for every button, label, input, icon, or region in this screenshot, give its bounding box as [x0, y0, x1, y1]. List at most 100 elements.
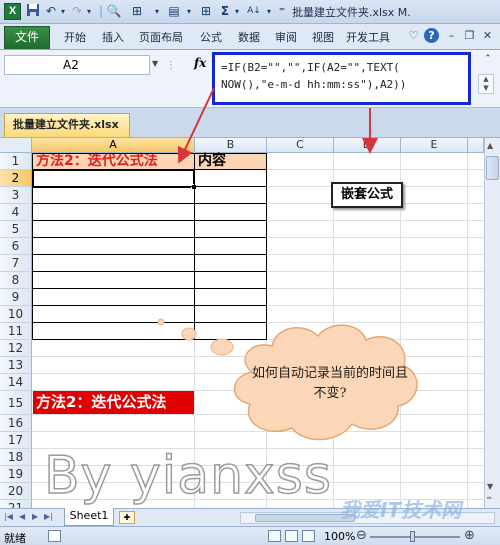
column-header-f[interactable]: [468, 138, 484, 153]
window-title: 批量建立文件夹.xlsx M.: [292, 6, 411, 19]
autosum-icon[interactable]: Σ: [218, 3, 232, 20]
row-header[interactable]: 8: [0, 272, 32, 289]
name-box[interactable]: A2: [4, 55, 150, 75]
row-header[interactable]: 3: [0, 187, 32, 204]
zoom-out-icon[interactable]: ⊖: [356, 528, 367, 543]
row-header[interactable]: 20: [0, 483, 32, 500]
cell-a15[interactable]: 方法2：迭代公式法: [33, 391, 195, 414]
table-border-column: [194, 153, 195, 340]
normal-view-icon[interactable]: [268, 530, 281, 542]
tab-formulas[interactable]: 公式: [200, 29, 222, 45]
table-border-row: [32, 288, 267, 289]
column-header-d[interactable]: D: [334, 138, 401, 153]
row-header[interactable]: 17: [0, 432, 32, 449]
customize-qa-icon[interactable]: ⁼: [276, 3, 288, 20]
tab-file[interactable]: 文件: [4, 26, 50, 49]
window-close-icon[interactable]: ✕: [480, 28, 495, 43]
row-header[interactable]: 16: [0, 415, 32, 432]
macro-record-icon[interactable]: [48, 530, 61, 542]
insert-function-icon[interactable]: fx: [194, 56, 206, 70]
formula-bar-grip-icon[interactable]: ⋮: [166, 60, 176, 71]
table-border-row: [32, 237, 267, 238]
tab-data[interactable]: 数据: [238, 29, 260, 45]
window-restore-icon[interactable]: ❐: [462, 28, 477, 43]
row-header[interactable]: 10: [0, 306, 32, 323]
column-header-b[interactable]: B: [195, 138, 267, 153]
gridline-column: [467, 153, 468, 508]
row-header[interactable]: 1: [0, 153, 32, 170]
row-header[interactable]: 9: [0, 289, 32, 306]
row-header[interactable]: 7: [0, 255, 32, 272]
table-border-row: [32, 322, 267, 323]
table-border-column: [32, 153, 33, 340]
tab-view[interactable]: 视图: [312, 29, 334, 45]
next-sheet-icon[interactable]: ▶: [32, 512, 38, 521]
row-header[interactable]: 4: [0, 204, 32, 221]
split-box-icon[interactable]: ═: [487, 494, 491, 502]
page-break-view-icon[interactable]: [302, 530, 315, 542]
formula-scroll-icon[interactable]: ▲ ▼: [478, 74, 494, 94]
column-header-e[interactable]: E: [401, 138, 468, 153]
row-header[interactable]: 5: [0, 221, 32, 238]
expand-formula-bar-icon[interactable]: ⌃: [484, 54, 492, 64]
status-bar: 就绪 100% ⊖ ⊕: [0, 526, 500, 545]
row-header[interactable]: 19: [0, 466, 32, 483]
minimize-ribbon-icon[interactable]: ♡: [406, 28, 421, 43]
redo-dropdown-icon[interactable]: ▾: [84, 3, 94, 20]
row-header[interactable]: 18: [0, 449, 32, 466]
chart-dropdown-icon[interactable]: ▾: [184, 3, 194, 20]
cell-a1[interactable]: 方法2：迭代公式法: [33, 153, 194, 170]
scroll-down-icon[interactable]: ▼: [487, 482, 493, 491]
undo-icon[interactable]: ↶: [44, 3, 58, 20]
row-header[interactable]: 21: [0, 500, 32, 508]
print-preview-icon[interactable]: 🔍: [106, 3, 122, 20]
column-header-a[interactable]: A: [32, 138, 195, 153]
name-box-dropdown-icon[interactable]: ▼: [152, 59, 158, 68]
scroll-up-icon[interactable]: ▲: [487, 141, 493, 150]
tab-page-layout[interactable]: 页面布局: [139, 29, 183, 45]
first-sheet-icon[interactable]: |◀: [4, 512, 13, 521]
window-minimize-icon[interactable]: –: [444, 28, 459, 43]
sort-icon[interactable]: A↓: [246, 3, 262, 20]
tab-developer[interactable]: 开发工具: [346, 29, 390, 45]
select-all-corner[interactable]: [0, 138, 32, 153]
zoom-in-icon[interactable]: ⊕: [464, 528, 475, 543]
zoom-level[interactable]: 100%: [324, 530, 355, 543]
gridline-row: [32, 356, 484, 357]
save-icon[interactable]: [25, 3, 41, 20]
insert-sheet-icon[interactable]: ✚: [119, 511, 135, 524]
chart-icon[interactable]: ▤: [166, 3, 182, 20]
row-header[interactable]: 6: [0, 238, 32, 255]
autosum-dropdown-icon[interactable]: ▾: [232, 3, 242, 20]
format-dropdown-icon[interactable]: ▾: [152, 3, 162, 20]
workbook-tab[interactable]: 批量建立文件夹.xlsx: [4, 113, 130, 137]
cell-b1[interactable]: 内容: [195, 153, 266, 170]
vertical-scroll-thumb[interactable]: [486, 156, 499, 180]
row-header[interactable]: 2: [0, 170, 32, 187]
redo-icon[interactable]: ↷: [70, 3, 84, 20]
page-layout-view-icon[interactable]: [285, 530, 298, 542]
tab-review[interactable]: 审阅: [275, 29, 297, 45]
tab-home[interactable]: 开始: [64, 29, 86, 45]
row-header[interactable]: 12: [0, 340, 32, 357]
row-header[interactable]: 14: [0, 374, 32, 391]
column-header-c[interactable]: C: [267, 138, 334, 153]
sheet-tab-sheet1[interactable]: Sheet1: [64, 508, 114, 526]
tab-insert[interactable]: 插入: [102, 29, 124, 45]
formula-input[interactable]: =IF(B2="","",IF(A2="",TEXT( NOW(),"e-m-d…: [212, 52, 471, 105]
prev-sheet-icon[interactable]: ◀: [19, 512, 25, 521]
last-sheet-icon[interactable]: ▶|: [44, 512, 53, 521]
zoom-slider[interactable]: [370, 536, 460, 538]
vertical-scrollbar[interactable]: ▲ ▼ ═: [484, 138, 500, 508]
format-painter-icon[interactable]: ⊞: [126, 3, 148, 20]
sort-dropdown-icon[interactable]: ▾: [264, 3, 274, 20]
row-header[interactable]: 13: [0, 357, 32, 374]
help-icon[interactable]: ?: [424, 28, 439, 43]
status-ready: 就绪: [4, 532, 26, 545]
borders-icon[interactable]: ⊞: [198, 3, 214, 20]
row-header[interactable]: 11: [0, 323, 32, 340]
table-border-column: [266, 153, 267, 340]
row-header[interactable]: 15: [0, 391, 32, 415]
zoom-slider-thumb[interactable]: [410, 531, 415, 542]
undo-dropdown-icon[interactable]: ▾: [58, 3, 68, 20]
